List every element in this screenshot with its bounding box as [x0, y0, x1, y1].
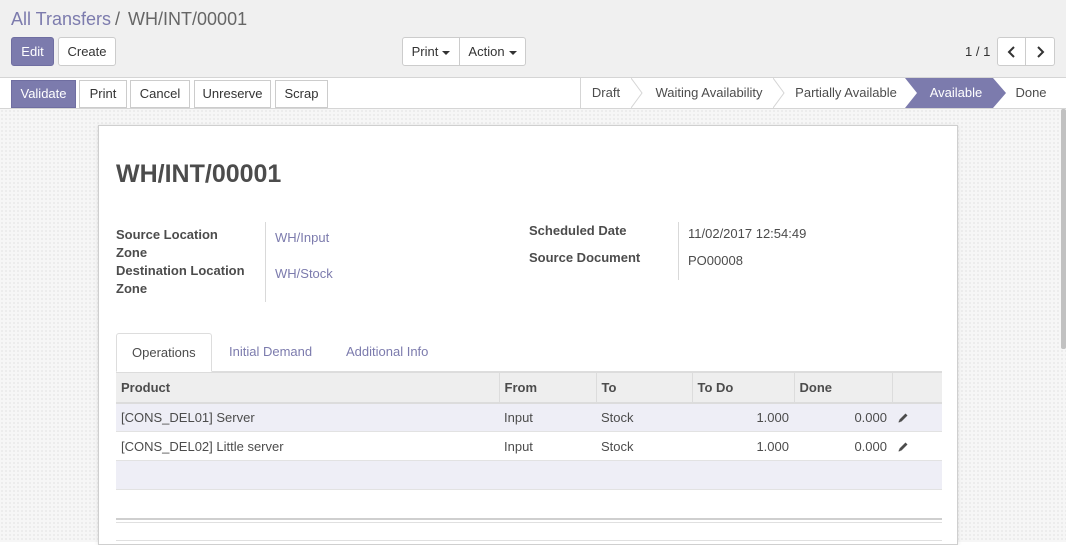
tab-initial-demand[interactable]: Initial Demand: [214, 333, 327, 372]
operations-table: Product From To To Do Done [CONS_DEL01] …: [116, 372, 942, 490]
source-location-value[interactable]: WH/Input: [275, 230, 329, 245]
tab-additional-info[interactable]: Additional Info: [331, 333, 443, 372]
cell-to: Stock: [596, 402, 692, 432]
cell-edit[interactable]: [892, 431, 942, 461]
column-header-todo[interactable]: To Do: [691, 372, 794, 404]
column-header-from[interactable]: From: [498, 372, 596, 404]
scrap-button[interactable]: Scrap: [275, 80, 328, 108]
validate-button[interactable]: Validate: [11, 80, 76, 108]
breadcrumb-all-transfers[interactable]: All Transfers: [11, 9, 111, 29]
stage-partially-available[interactable]: Partially Available: [785, 78, 907, 108]
table-row[interactable]: [CONS_DEL02] Little server Input Stock 1…: [116, 431, 942, 461]
cell-product: [CONS_DEL01] Server: [116, 402, 499, 432]
cell-from: Input: [499, 431, 596, 461]
table-row[interactable]: [CONS_DEL01] Server Input Stock 1.000 0.…: [116, 402, 942, 432]
cell-todo: 1.000: [692, 402, 794, 432]
cell-done: 0.000: [794, 402, 892, 432]
form-sheet: WH/INT/00001 Source Location Zone Destin…: [98, 125, 958, 545]
source-zone-label: Zone: [116, 245, 148, 260]
create-button[interactable]: Create: [58, 37, 116, 66]
table-footer-divider: [116, 518, 942, 523]
column-header-actions: [891, 372, 942, 404]
unreserve-button[interactable]: Unreserve: [194, 80, 271, 108]
column-header-done[interactable]: Done: [793, 372, 892, 404]
vertical-scrollbar[interactable]: [1061, 109, 1066, 349]
cancel-button[interactable]: Cancel: [130, 80, 190, 108]
print-dropdown-label: Print: [411, 44, 439, 59]
action-dropdown-button[interactable]: Action: [459, 37, 526, 66]
chevron-left-icon: [1007, 46, 1015, 58]
edit-button[interactable]: Edit: [11, 37, 54, 66]
cell-product: [CONS_DEL02] Little server: [116, 431, 499, 461]
cell-todo: 1.000: [692, 431, 794, 461]
source-document-value: PO00008: [688, 253, 743, 268]
pencil-icon[interactable]: [897, 412, 909, 424]
breadcrumb-current: WH/INT/00001: [128, 9, 248, 29]
action-dropdown-label: Action: [468, 44, 505, 59]
section-divider: [116, 540, 942, 541]
pencil-icon[interactable]: [897, 441, 909, 453]
chevron-right-icon: [1037, 46, 1045, 58]
breadcrumb: All Transfers / WH/INT/00001: [11, 8, 247, 30]
cell-done: 0.000: [794, 431, 892, 461]
stage-arrow-icon: [773, 78, 785, 108]
destination-location-label: Destination Location: [116, 263, 245, 278]
control-panel: All Transfers / WH/INT/00001 Edit Create P…: [0, 0, 1066, 77]
statusbar: Validate Print Cancel Unreserve Scrap Dr…: [0, 77, 1066, 109]
source-location-label: Source Location: [116, 227, 218, 242]
cell-to: Stock: [596, 431, 692, 461]
table-header-row: Product From To To Do Done: [116, 372, 942, 404]
notebook-tabs: Operations Initial Demand Additional Inf…: [116, 333, 942, 372]
column-header-product[interactable]: Product: [116, 372, 499, 404]
destination-zone-label: Zone: [116, 281, 148, 296]
cell-edit[interactable]: [892, 402, 942, 432]
pager-previous-button[interactable]: [997, 37, 1026, 66]
table-empty-row: [116, 460, 942, 490]
cell-from: Input: [499, 402, 596, 432]
stage-available[interactable]: Available: [917, 78, 995, 108]
stage-waiting-availability[interactable]: Waiting Availability: [643, 78, 775, 108]
scheduled-date-label: Scheduled Date: [529, 223, 627, 238]
caret-down-icon: [442, 50, 451, 55]
destination-location-value[interactable]: WH/Stock: [275, 266, 333, 281]
stage-done[interactable]: Done: [1007, 78, 1055, 108]
column-header-to[interactable]: To: [595, 372, 692, 404]
field-divider: [678, 222, 679, 280]
print-action-button[interactable]: Print: [79, 80, 127, 108]
pager-value: 1 / 1: [965, 44, 991, 59]
print-dropdown-button[interactable]: Print: [402, 37, 460, 66]
stage-arrow-icon: [631, 78, 643, 108]
field-divider: [265, 222, 266, 302]
cell-empty: [116, 460, 942, 490]
caret-down-icon: [508, 50, 517, 55]
breadcrumb-separator: /: [115, 9, 121, 29]
scheduled-date-value: 11/02/2017 12:54:49: [688, 226, 807, 241]
pager-next-button[interactable]: [1025, 37, 1055, 66]
source-document-label: Source Document: [529, 250, 641, 265]
tab-operations[interactable]: Operations: [116, 333, 212, 372]
stage-draft[interactable]: Draft: [581, 78, 631, 108]
record-title: WH/INT/00001: [116, 160, 282, 188]
